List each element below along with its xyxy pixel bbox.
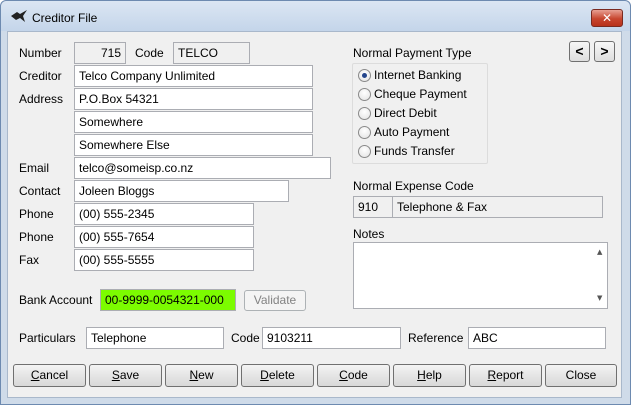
transaction-code-field[interactable]: 9103211	[262, 327, 401, 349]
bank-account-field[interactable]: 00-9999-0054321-000	[100, 289, 236, 311]
notes-label: Notes	[353, 227, 385, 241]
expense-name-field: Telephone & Fax	[392, 196, 603, 218]
radio-button[interactable]	[358, 88, 371, 101]
code-field[interactable]: TELCO	[173, 42, 250, 64]
close-window-button[interactable]: ✕	[591, 9, 623, 27]
chevron-left-icon: <	[575, 43, 584, 59]
fax-field[interactable]: (00) 555-5555	[74, 249, 254, 271]
address-line1-field[interactable]: P.O.Box 54321	[74, 88, 313, 110]
code-label: Code	[135, 46, 164, 60]
cancel-button[interactable]: Cancel	[13, 364, 86, 387]
creditor-label: Creditor	[19, 69, 62, 83]
chevron-right-icon: >	[600, 43, 609, 59]
contact-field[interactable]: Joleen Bloggs	[74, 180, 289, 202]
phone2-label: Phone	[19, 230, 54, 244]
code2-label: Code	[231, 331, 260, 345]
code-button[interactable]: Code	[317, 364, 390, 387]
phone1-label: Phone	[19, 207, 54, 221]
phone1-field[interactable]: (00) 555-2345	[74, 203, 254, 225]
payment-type-option-label: Direct Debit	[374, 106, 437, 120]
new-button[interactable]: New	[165, 364, 238, 387]
notes-textarea[interactable]: ▲ ▼	[353, 242, 608, 309]
reference-field[interactable]: ABC	[468, 327, 606, 349]
window-title: Creditor File	[32, 11, 98, 25]
bank-account-label: Bank Account	[19, 293, 93, 307]
expense-code-label: Normal Expense Code	[353, 179, 474, 193]
help-button[interactable]: Help	[393, 364, 466, 387]
creditor-name-field[interactable]: Telco Company Unlimited	[74, 65, 313, 87]
address-line3-field[interactable]: Somewhere Else	[74, 134, 313, 156]
next-record-button[interactable]: >	[594, 41, 615, 62]
expense-code-field[interactable]: 910	[353, 196, 393, 218]
scroll-up-icon[interactable]: ▲	[597, 249, 604, 256]
delete-button[interactable]: Delete	[241, 364, 314, 387]
radio-button[interactable]	[358, 69, 371, 82]
email-label: Email	[19, 161, 50, 175]
title-bar: Creditor File ✕	[1, 1, 630, 31]
close-icon: ✕	[601, 11, 613, 25]
scroll-down-icon[interactable]: ▼	[597, 295, 604, 302]
address-label: Address	[19, 92, 64, 106]
contact-label: Contact	[19, 184, 61, 198]
phone2-field[interactable]: (00) 555-7654	[74, 226, 254, 248]
email-field[interactable]: telco@someisp.co.nz	[74, 157, 331, 179]
previous-record-button[interactable]: <	[569, 41, 590, 62]
payment-type-option-label: Internet Banking	[374, 68, 462, 82]
particulars-label: Particulars	[19, 331, 76, 345]
number-field[interactable]: 715	[74, 42, 126, 64]
save-button[interactable]: Save	[89, 364, 162, 387]
report-button[interactable]: Report	[469, 364, 542, 387]
radio-button[interactable]	[358, 145, 371, 158]
payment-type-option-label: Funds Transfer	[374, 144, 455, 158]
bird-icon	[11, 10, 27, 22]
address-line2-field[interactable]: Somewhere	[74, 111, 313, 133]
payment-type-option-label: Cheque Payment	[374, 87, 467, 101]
validate-button[interactable]: Validate	[244, 290, 306, 311]
reference-label: Reference	[408, 331, 464, 345]
radio-button[interactable]	[358, 126, 371, 139]
number-label: Number	[19, 46, 62, 60]
close-button[interactable]: Close	[545, 364, 617, 387]
particulars-field[interactable]: Telephone	[86, 327, 224, 349]
fax-label: Fax	[19, 253, 40, 267]
radio-button[interactable]	[358, 107, 371, 120]
payment-type-label: Normal Payment Type	[353, 46, 472, 60]
payment-type-option-label: Auto Payment	[374, 125, 450, 139]
